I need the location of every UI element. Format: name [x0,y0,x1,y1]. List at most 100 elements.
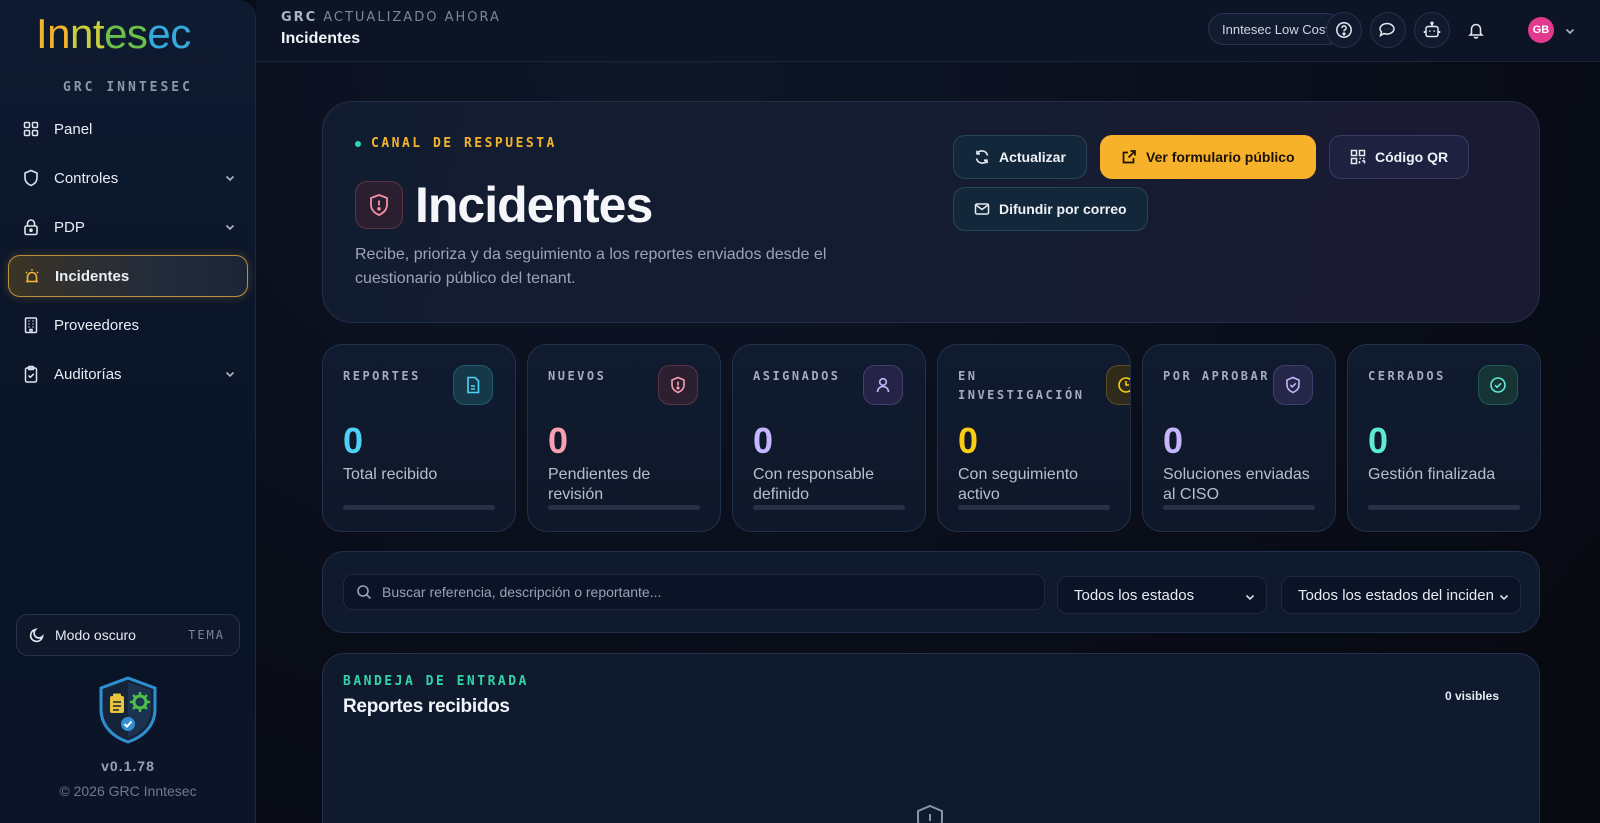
building-icon [22,316,40,334]
feedback-button[interactable] [1370,12,1406,48]
help-circle-icon [1335,21,1353,39]
chevron-down-icon [224,367,236,384]
stat-description: Con seguimiento activo [958,466,1079,503]
sidebar-item-pdp[interactable]: PDP [8,206,248,248]
stat-progress-bar [343,505,495,510]
stat-description: Pendientes de revisión [548,466,651,503]
bell-icon [1467,21,1485,39]
hero-panel: CANAL DE RESPUESTA Incidentes Recibe, pr… [322,101,1540,323]
plan-selector[interactable]: Inntesec Low Cost [1208,13,1343,45]
shield-alert-icon [355,181,403,229]
stat-value: 0 [753,420,774,461]
email-broadcast-button-label: Difundir por correo [999,201,1127,217]
assistant-button[interactable] [1414,12,1450,48]
stat-value: 0 [1163,420,1184,461]
stat-label: NUEVOS [548,369,607,383]
stat-card-asignados[interactable]: ASIGNADOS 0 Con responsable definido [732,344,926,532]
hero-description: Recibe, prioriza y da seguimiento a los … [355,246,827,287]
hero-eyebrow: CANAL DE RESPUESTA [355,136,557,151]
qr-code-button[interactable]: Código QR [1329,135,1470,179]
theme-tag: TEMA [188,628,225,642]
sidebar-item-label: Proveedores [54,316,140,334]
page-title: Incidentes [281,30,361,47]
sidebar-item-label: Controles [54,169,119,187]
search-icon [356,584,372,600]
clipboard-check-icon [22,365,40,383]
status-select[interactable]: Todos los estados [1057,576,1267,614]
inbox-title: Reportes recibidos [343,696,510,717]
status-select-value: Todos los estados [1074,586,1195,604]
shield-check-icon [1273,365,1313,405]
search-field[interactable] [343,574,1045,610]
shield-icon [915,804,945,823]
inbox-eyebrow: BANDEJA DE ENTRADA [343,674,529,689]
sidebar-item-panel[interactable]: Panel [8,108,248,150]
help-button[interactable] [1326,12,1362,48]
breadcrumb-prefix: GRC [281,10,318,25]
chevron-down-icon [224,220,236,237]
refresh-button-label: Actualizar [999,149,1066,165]
check-circle-icon [1478,365,1518,405]
mail-icon [974,201,990,217]
shield-alert-icon [658,365,698,405]
moon-icon [29,627,45,643]
grc-shield-logo [98,676,158,749]
stat-label: POR APROBAR [1163,369,1270,383]
sidebar-item-proveedores[interactable]: Proveedores [8,304,248,346]
stat-label: ASIGNADOS [753,369,841,383]
public-form-button[interactable]: Ver formulario público [1100,135,1316,179]
lock-icon [22,218,40,236]
sidebar-item-incidentes[interactable]: Incidentes [8,255,248,297]
hero-eyebrow-text: CANAL DE RESPUESTA [371,136,557,151]
sidebar-item-label: Incidentes [55,267,130,285]
stat-label: REPORTES [343,369,421,383]
incident-status-select[interactable]: Todos los estados del incidente [1281,576,1521,614]
user-avatar[interactable]: GB [1528,17,1554,43]
stat-value: 0 [1368,420,1389,461]
sync-status: ACTUALIZADO AHORA [323,10,501,25]
robot-icon [1423,21,1441,39]
visible-count: 0 visibles [1444,689,1499,703]
sidebar-item-controles[interactable]: Controles [8,157,248,199]
public-form-button-label: Ver formulario público [1146,149,1295,165]
sidebar: Inntesec CYBER SECURITY SERVICES GRC INN… [0,0,256,823]
chevron-down-icon [224,171,236,188]
grid-icon [22,120,40,138]
stat-card-en-investigacion[interactable]: EN INVESTIGACIÓN 0 Con seguimiento activ… [937,344,1131,532]
email-broadcast-button[interactable]: Difundir por correo [953,187,1148,231]
brand-logo-tagline: CYBER SECURITY SERVICES [36,54,219,66]
stat-progress-bar [1368,505,1520,510]
stat-description: Soluciones enviadas al CISO [1163,466,1310,503]
incident-status-select-value: Todos los estados del incidente [1298,586,1507,604]
stat-value: 0 [548,420,569,461]
search-input[interactable] [382,584,1022,600]
sidebar-item-label: Auditorías [54,365,122,383]
sidebar-item-auditorias[interactable]: Auditorías [8,353,248,395]
app-root: Inntesec CYBER SECURITY SERVICES GRC INN… [0,0,1600,823]
theme-toggle[interactable]: Modo oscuro TEMA [16,614,240,656]
siren-icon [23,267,41,285]
brand-logo[interactable]: Inntesec CYBER SECURITY SERVICES [36,10,226,66]
qr-code-button-label: Código QR [1375,149,1449,165]
theme-toggle-label: Modo oscuro [55,627,136,643]
stat-card-por-aprobar[interactable]: POR APROBAR 0 Soluciones enviadas al CIS… [1142,344,1336,532]
stat-card-cerrados[interactable]: CERRADOS 0 Gestión finalizada [1347,344,1541,532]
stat-card-nuevos[interactable]: NUEVOS 0 Pendientes de revisión [527,344,721,532]
copyright: © 2026 GRC Inntesec [59,783,197,799]
chevron-down-icon [1240,590,1256,607]
stat-description: Con responsable definido [753,466,874,503]
refresh-button[interactable]: Actualizar [953,135,1087,179]
stat-label: CERRADOS [1368,369,1446,383]
stat-value: 0 [343,420,364,461]
chevron-down-icon[interactable] [1564,24,1576,42]
filter-panel: Todos los estados Todos los estados del … [322,551,1540,633]
stat-description: Total recibido [343,466,438,483]
notifications-button[interactable] [1458,12,1494,48]
status-dot [355,140,361,147]
stat-progress-bar [1163,505,1315,510]
refresh-icon [974,149,990,165]
stat-card-reportes[interactable]: REPORTES 0 Total recibido [322,344,516,532]
inbox-panel: BANDEJA DE ENTRADA Reportes recibidos 0 … [322,653,1540,823]
stat-description: Gestión finalizada [1368,466,1496,483]
chevron-down-icon [1494,590,1510,607]
